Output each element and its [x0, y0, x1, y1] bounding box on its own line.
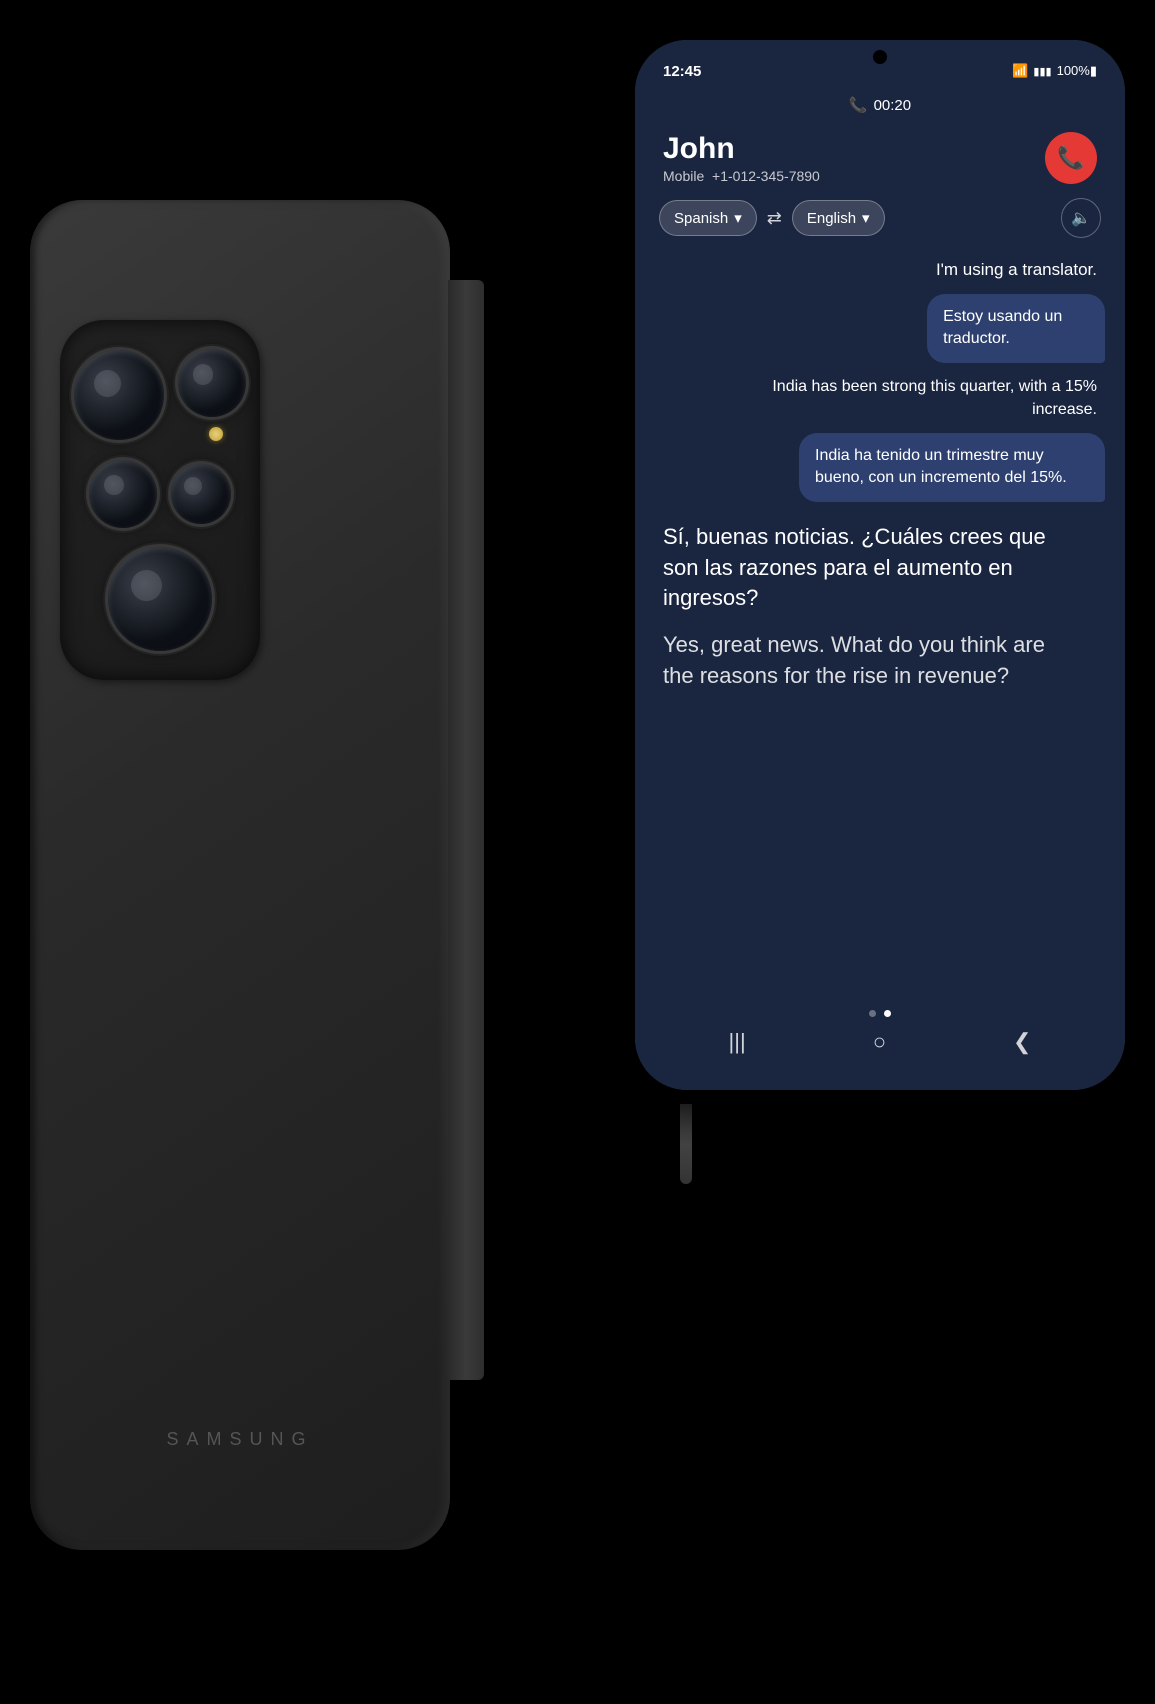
back-button[interactable]: ❮	[1013, 1029, 1031, 1055]
page-indicator	[869, 1010, 891, 1017]
message-3: India has been strong this quarter, with…	[723, 371, 1106, 425]
flash	[209, 427, 223, 441]
telephoto-lens	[178, 349, 246, 417]
camera-module	[60, 320, 260, 680]
speaker-icon: 🔈	[1071, 208, 1091, 228]
caller-details: John Mobile +1-012-345-7890	[663, 132, 820, 184]
tof-lens	[171, 464, 231, 524]
end-call-icon: 📞	[1057, 145, 1084, 171]
phone-screen: 12:45 📶 ▮▮▮ 100%▮ 📞 00:20 John	[635, 40, 1125, 1090]
status-bar: 12:45 📶 ▮▮▮ 100%▮	[635, 40, 1125, 88]
message-4: India ha tenido un trimestre muy bueno, …	[799, 433, 1105, 502]
phone-front: 12:45 📶 ▮▮▮ 100%▮ 📞 00:20 John	[635, 40, 1125, 1090]
swap-languages-icon[interactable]: ⇄	[767, 208, 782, 229]
caller-number: Mobile +1-012-345-7890	[663, 168, 820, 184]
message-4-group: India ha tenido un trimestre muy bueno, …	[723, 433, 1106, 502]
battery-icon: 100%▮	[1057, 63, 1097, 79]
home-icon: ○	[873, 1029, 886, 1055]
language-bar: Spanish ▾ ⇄ English ▾ 🔈	[635, 198, 1125, 254]
signal-icon: ▮▮▮	[1033, 65, 1051, 78]
navigation-buttons: ||| ○ ❮	[635, 1029, 1125, 1055]
end-call-button[interactable]: 📞	[1045, 132, 1097, 184]
speaker-button[interactable]: 🔈	[1061, 198, 1101, 238]
caller-name: John	[663, 132, 820, 165]
phone-icon: 📞	[849, 96, 868, 114]
chat-area: I'm using a translator. Estoy usando un …	[635, 254, 1125, 1090]
call-header: 📞 00:20	[635, 88, 1125, 126]
home-button[interactable]: ○	[873, 1029, 886, 1055]
dot-2	[884, 1010, 891, 1017]
message-2-group: Estoy usando un traductor.	[883, 294, 1105, 363]
phone-side-rail	[448, 280, 484, 1380]
message-2: Estoy usando un traductor.	[927, 294, 1105, 363]
main-lens	[74, 350, 164, 440]
message-6: Yes, great news. What do you think are t…	[655, 626, 1083, 696]
recents-button[interactable]: |||	[729, 1029, 746, 1055]
source-lang-label: Spanish	[674, 210, 728, 227]
target-lang-label: English	[807, 210, 856, 227]
ultrawide-lens	[89, 460, 157, 528]
target-language-selector[interactable]: English ▾	[792, 200, 885, 236]
s-pen	[680, 1104, 692, 1184]
front-camera-cutout	[873, 50, 887, 64]
recents-icon: |||	[729, 1029, 746, 1055]
back-icon: ❮	[1013, 1029, 1031, 1055]
message-1: I'm using a translator.	[928, 254, 1105, 286]
brand-logo: SAMSUNG	[166, 1429, 313, 1450]
message-5: Sí, buenas noticias. ¿Cuáles crees que s…	[655, 518, 1083, 618]
dot-1	[869, 1010, 876, 1017]
status-icons: 📶 ▮▮▮ 100%▮	[1012, 63, 1097, 79]
source-language-selector[interactable]: Spanish ▾	[659, 200, 757, 236]
duration-text: 00:20	[874, 97, 912, 114]
nav-bar: ||| ○ ❮	[635, 1000, 1125, 1090]
target-lang-chevron: ▾	[862, 209, 870, 227]
caller-info: John Mobile +1-012-345-7890 📞	[635, 126, 1125, 198]
source-lang-chevron: ▾	[734, 209, 742, 227]
wifi-icon: 📶	[1012, 63, 1028, 79]
status-time: 12:45	[663, 63, 701, 80]
phone-back: SAMSUNG	[30, 200, 450, 1550]
call-duration: 📞 00:20	[635, 96, 1125, 114]
periscope-lens	[108, 547, 212, 651]
